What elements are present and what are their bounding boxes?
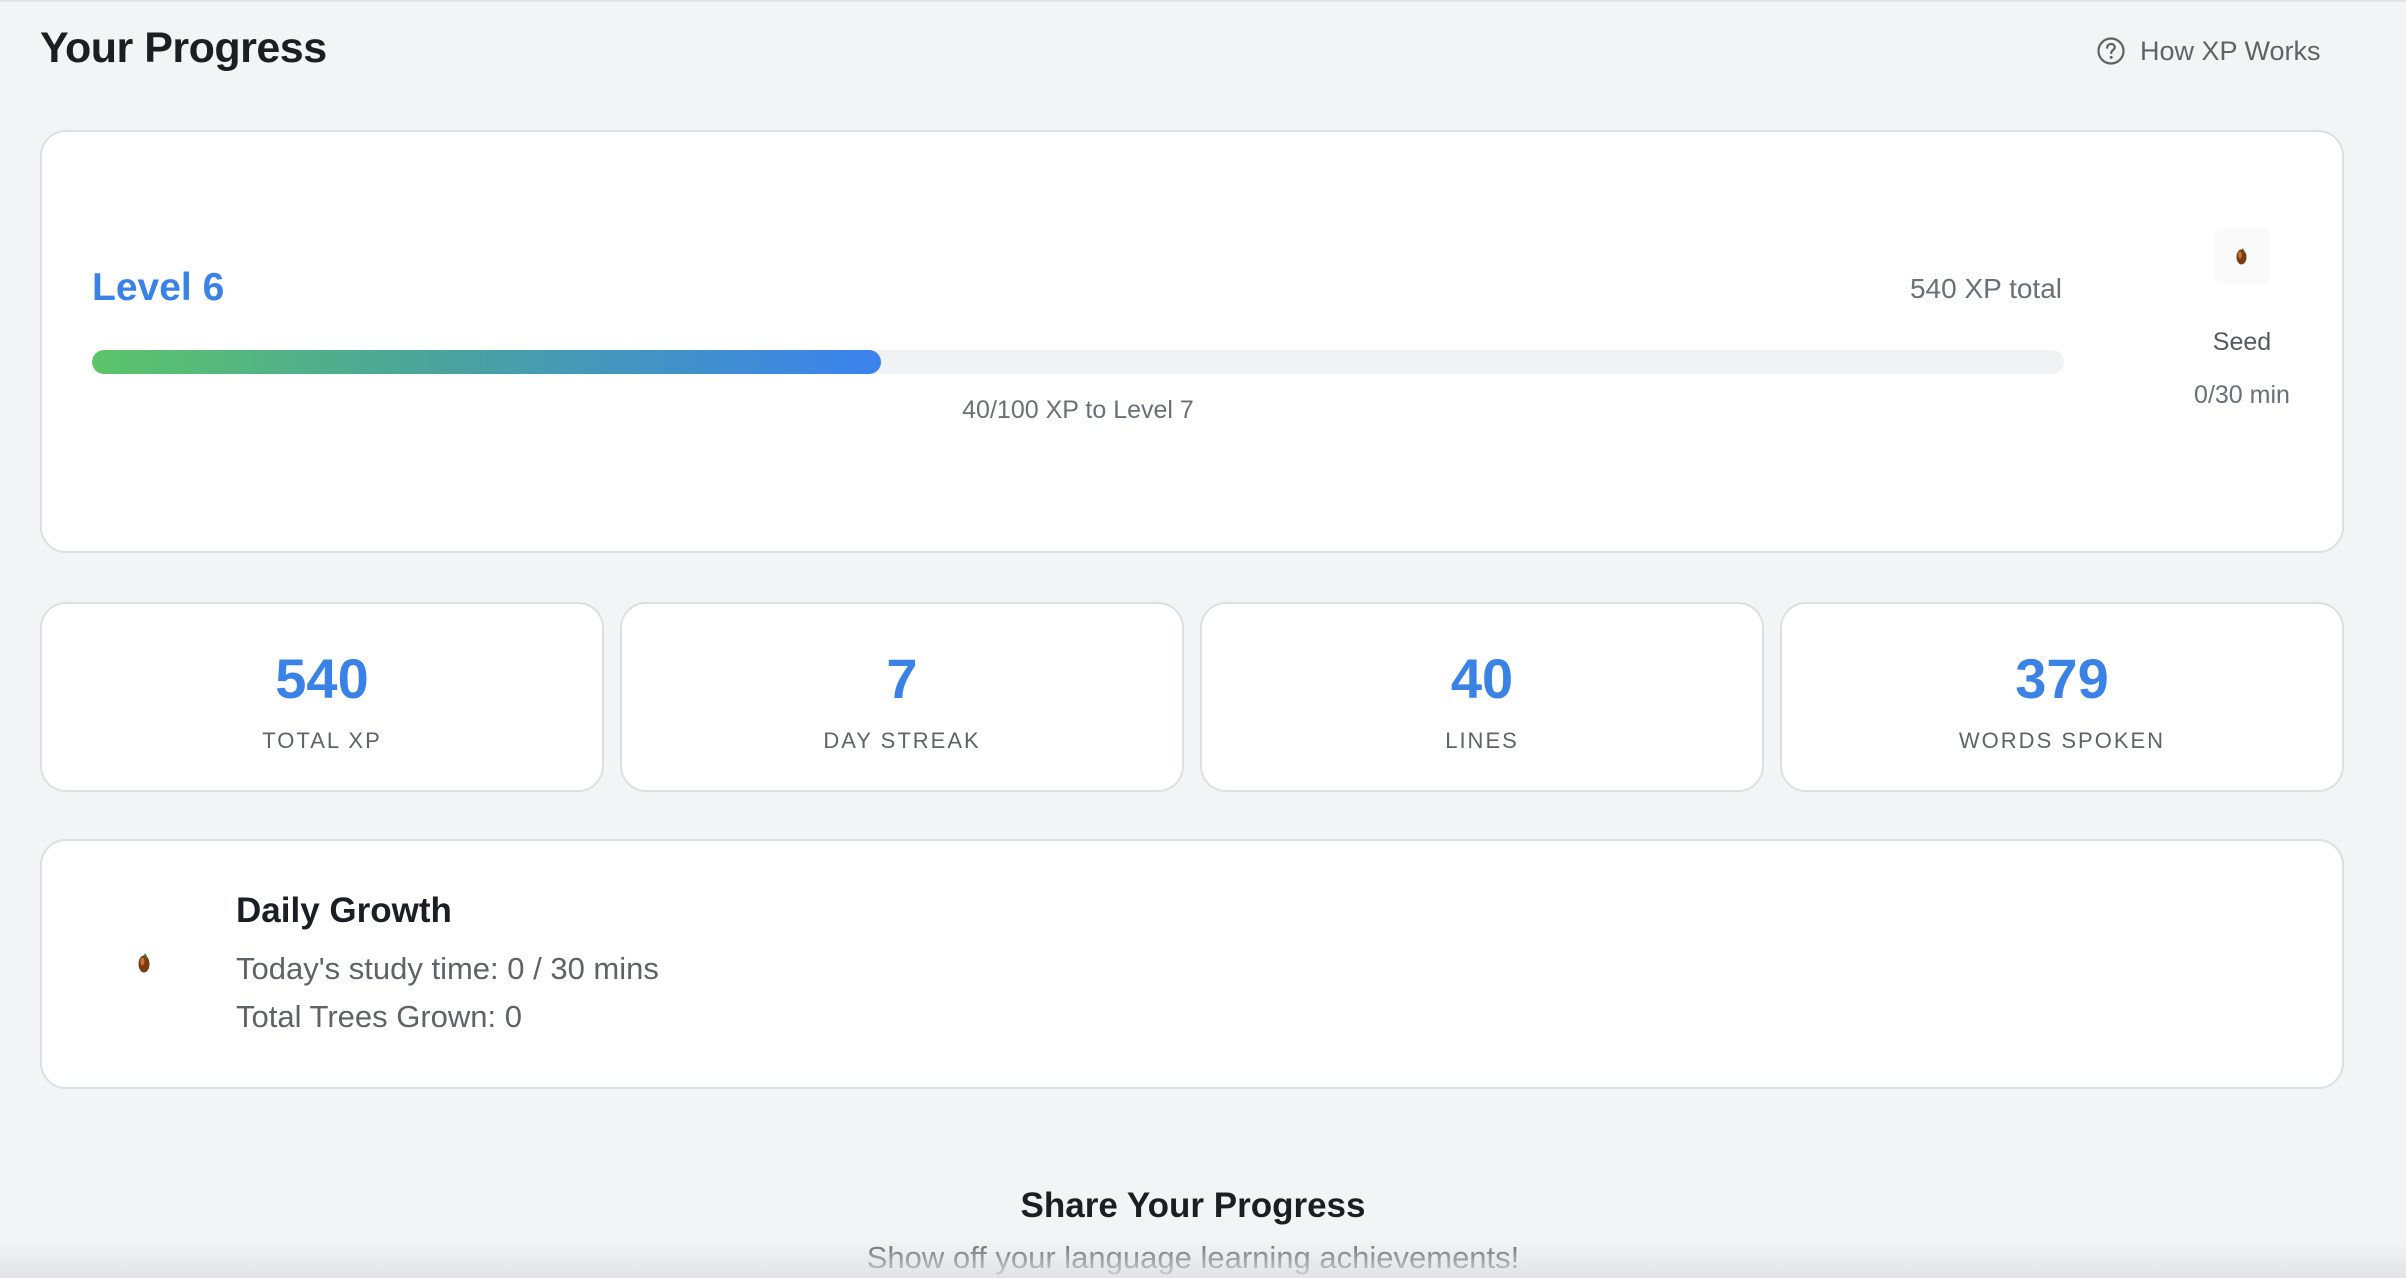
- stat-value: 7: [886, 647, 918, 710]
- seed-tile: [2214, 228, 2270, 284]
- daily-growth-card: Daily Growth Today's study time: 0 / 30 …: [40, 839, 2344, 1089]
- share-subtitle: Show off your language learning achievem…: [866, 1240, 1520, 1275]
- growth-stage-time: 0/30 min: [2194, 381, 2290, 409]
- share-title: Share Your Progress: [1020, 1186, 1366, 1225]
- level-progress-fill: [92, 350, 881, 374]
- growth-stage: Seed 0/30 min: [2172, 228, 2312, 410]
- stat-label: LINES: [1445, 728, 1519, 753]
- seed-icon: [138, 953, 150, 973]
- growth-stage-name: Seed: [2212, 328, 2272, 356]
- stat-card-words-spoken: 379 WORDS SPOKEN: [1780, 602, 2344, 792]
- level-progress-bar: [92, 350, 2064, 374]
- daily-growth-title: Daily Growth: [236, 891, 452, 930]
- stat-label: TOTAL XP: [262, 728, 382, 753]
- stat-label: WORDS SPOKEN: [1958, 728, 2166, 753]
- stat-card-day-streak: 7 DAY STREAK: [620, 602, 1184, 792]
- stat-label: DAY STREAK: [823, 728, 981, 753]
- page-title: Your Progress: [40, 24, 327, 72]
- level-progress-caption: 40/100 XP to Level 7: [962, 396, 1194, 424]
- how-xp-works-label: How XP Works: [2140, 35, 2321, 66]
- level-card: Level 6 540 XP total 40/100 XP to Level …: [40, 130, 2344, 553]
- stat-card-total-xp: 540 TOTAL XP: [40, 602, 604, 792]
- how-xp-works-button[interactable]: How XP Works: [2096, 30, 2321, 72]
- stat-card-lines: 40 LINES: [1200, 602, 1764, 792]
- total-trees-grown: Total Trees Grown: 0: [236, 999, 523, 1034]
- seed-icon: [2236, 248, 2247, 265]
- stat-value: 540: [275, 647, 369, 710]
- level-title: Level 6: [92, 266, 225, 309]
- daily-growth-text: Daily Growth Today's study time: 0 / 30 …: [236, 891, 659, 1041]
- top-divider: [0, 0, 2406, 2]
- stat-value: 379: [2015, 647, 2109, 710]
- xp-total: 540 XP total: [1909, 273, 2062, 304]
- question-circle-icon: [2096, 36, 2126, 66]
- stat-value: 40: [1450, 647, 1514, 710]
- daily-study-time: Today's study time: 0 / 30 mins: [236, 951, 659, 986]
